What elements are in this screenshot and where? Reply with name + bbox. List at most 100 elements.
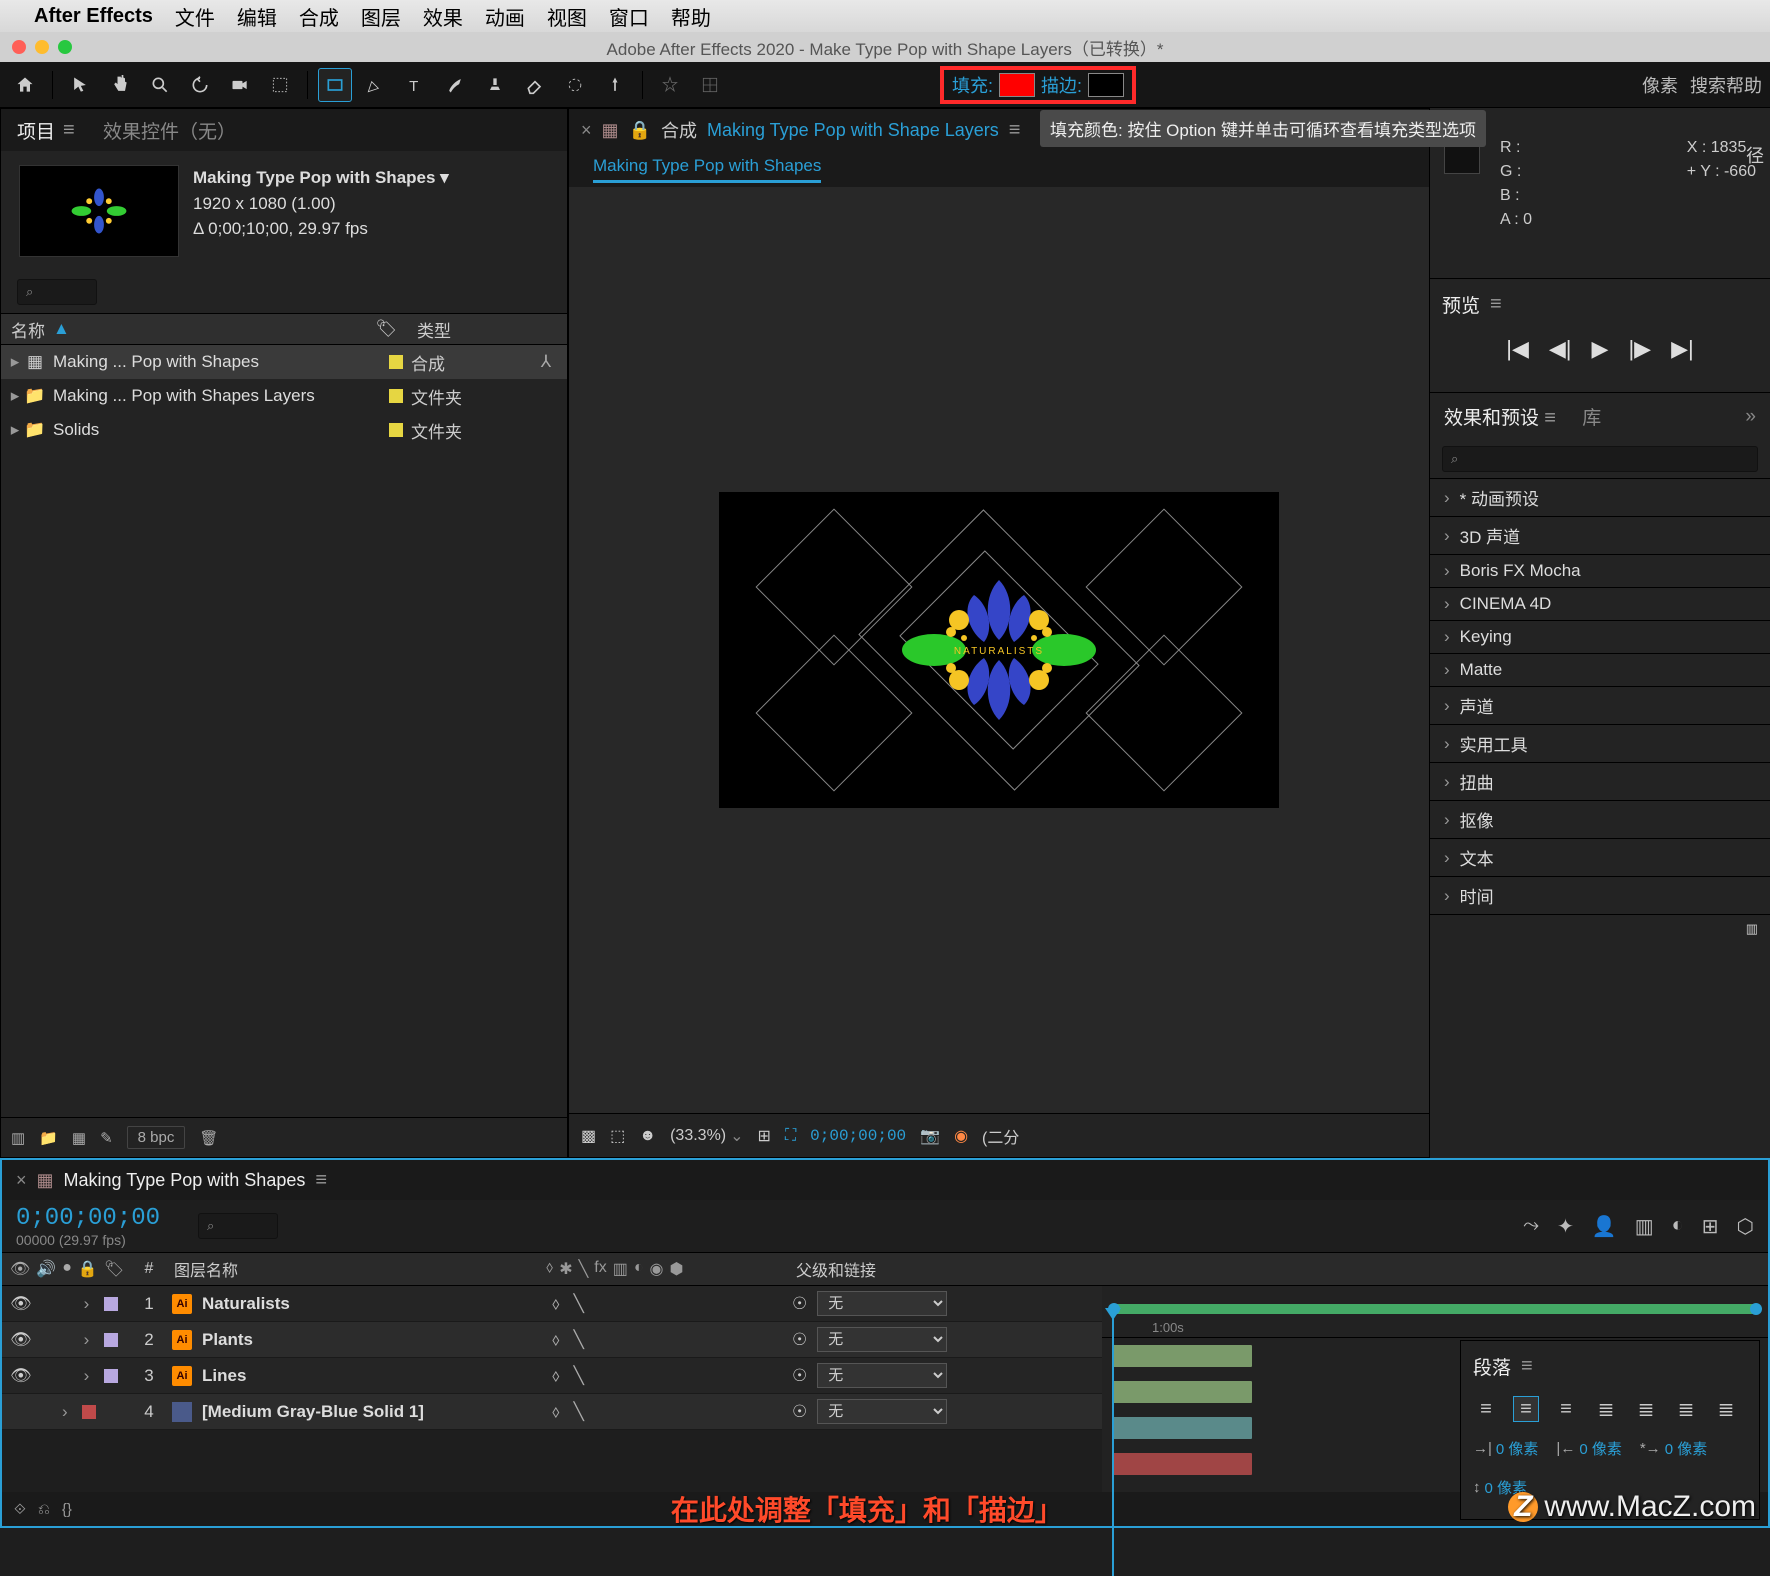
twirl-icon[interactable]: › — [84, 1294, 98, 1314]
audio-column-icon[interactable]: 🔊 — [36, 1259, 56, 1279]
layer-name[interactable]: Naturalists — [198, 1294, 542, 1314]
toggle-switches-icon[interactable]: ⟐ — [14, 1501, 26, 1518]
hand-tool[interactable] — [103, 68, 137, 102]
align-center-button[interactable]: ≡ — [1513, 1396, 1539, 1422]
switch-quality-icon[interactable]: ╲ — [579, 1259, 589, 1279]
tab-libraries[interactable]: 库 — [1582, 403, 1601, 430]
playhead[interactable] — [1112, 1316, 1114, 1576]
comp-tab-name[interactable]: Making Type Pop with Shape Layers — [707, 120, 999, 141]
col-parent-header[interactable]: 父级和链接 — [786, 1257, 1046, 1281]
layer-color-tag[interactable] — [104, 1297, 118, 1311]
draft-3d-icon[interactable]: ✦ — [1557, 1214, 1574, 1239]
lock-column-icon[interactable]: 🔒 — [78, 1259, 98, 1279]
grid-snap-icon[interactable] — [693, 68, 727, 102]
mask-icon[interactable]: ☻ — [639, 1127, 656, 1145]
solo-column-icon[interactable]: ● — [62, 1259, 72, 1279]
timeline-current-time[interactable]: 0;00;00;00 — [16, 1205, 160, 1232]
layer-color-tag[interactable] — [104, 1369, 118, 1383]
camera-tool[interactable] — [223, 68, 257, 102]
parent-dropdown[interactable]: 无 — [817, 1363, 947, 1388]
tab-effect-controls[interactable]: 效果控件（无） — [103, 117, 236, 144]
col-layer-name-header[interactable]: 图层名称 — [166, 1257, 546, 1281]
layer-switch[interactable]: ╲ — [574, 1402, 584, 1422]
effect-category[interactable]: Boris FX Mocha — [1430, 554, 1770, 587]
panel-menu-icon[interactable] — [1009, 119, 1027, 142]
flowchart-icon[interactable]: ⅄ — [531, 352, 561, 372]
prev-frame-button[interactable]: ◀| — [1549, 336, 1572, 362]
menu-effect[interactable]: 效果 — [423, 2, 463, 31]
menu-view[interactable]: 视图 — [547, 2, 587, 31]
twirl-icon[interactable]: ▸ — [7, 352, 23, 372]
fill-color-swatch[interactable] — [999, 73, 1035, 97]
composition-canvas[interactable]: NATURALISTS — [719, 492, 1279, 808]
timeline-layer-row[interactable]: 👁› 3 Ai Lines ⬨╲ ☉无 — [2, 1358, 1102, 1394]
twirl-icon[interactable]: › — [84, 1366, 98, 1386]
roto-brush-tool[interactable] — [558, 68, 592, 102]
label-column-icon[interactable]: 🏷 — [365, 319, 407, 339]
timeline-comp-name[interactable]: Making Type Pop with Shapes — [64, 1170, 306, 1191]
effect-category[interactable]: 3D 声道 — [1430, 516, 1770, 554]
panel-overflow-icon[interactable]: » — [1745, 406, 1756, 428]
panel-menu-icon[interactable] — [1521, 1355, 1539, 1378]
menu-file[interactable]: 文件 — [175, 2, 215, 31]
effect-category[interactable]: 文本 — [1430, 838, 1770, 876]
next-frame-button[interactable]: |▶ — [1628, 336, 1651, 362]
project-search-input[interactable]: ⌕ — [17, 279, 97, 305]
region-icon[interactable]: ⛶ — [785, 1127, 796, 1145]
app-name[interactable]: After Effects — [34, 5, 153, 28]
project-item-comp[interactable]: ▸ ▦ Making ... Pop with Shapes 合成 ⅄ — [1, 345, 567, 379]
pickwhip-icon[interactable]: ☉ — [792, 1330, 807, 1350]
switch-3d-icon[interactable]: ⬢ — [669, 1259, 683, 1279]
menu-edit[interactable]: 编辑 — [237, 2, 277, 31]
search-help-field[interactable]: 搜索帮助 — [1690, 72, 1762, 98]
menu-help[interactable]: 帮助 — [671, 2, 711, 31]
layer-name[interactable]: Lines — [198, 1366, 542, 1386]
pickwhip-icon[interactable]: ☉ — [792, 1366, 807, 1386]
marker-icon[interactable]: ⬡ — [1737, 1214, 1754, 1239]
tab-project[interactable]: 项目 — [17, 117, 81, 144]
parent-dropdown[interactable]: 无 — [817, 1327, 947, 1352]
effects-search-input[interactable]: ⌕ — [1442, 446, 1758, 472]
twirl-icon[interactable]: ▸ — [7, 420, 23, 440]
effect-category[interactable]: 实用工具 — [1430, 724, 1770, 762]
stroke-color-swatch[interactable] — [1088, 73, 1124, 97]
project-item-folder[interactable]: ▸ 📁 Making ... Pop with Shapes Layers 文件… — [1, 379, 567, 413]
rectangle-tool[interactable] — [318, 68, 352, 102]
comp-title[interactable]: Making Type Pop with Shapes ▾ — [193, 165, 449, 191]
switch-motionblur-icon[interactable]: ◐ — [634, 1259, 644, 1279]
work-area-bar[interactable] — [1112, 1304, 1758, 1314]
layer-name[interactable]: Plants — [198, 1330, 542, 1350]
current-time-display[interactable]: 0;00;00;00 — [810, 1127, 906, 1145]
effect-category[interactable]: 时间 — [1430, 876, 1770, 914]
stroke-label[interactable]: 描边: — [1041, 72, 1082, 98]
layer-switch[interactable]: ⬨ — [552, 1402, 560, 1422]
layer-switch[interactable]: ⬨ — [552, 1330, 560, 1350]
lock-icon[interactable]: 🔒 — [629, 120, 651, 141]
timeline-layer-row[interactable]: 👁› 1 Ai Naturalists ⬨╲ ☉无 — [2, 1286, 1102, 1322]
indent-first-value[interactable]: 0 像素 — [1665, 1438, 1708, 1459]
timeline-search-input[interactable]: ⌕ — [198, 1213, 278, 1239]
label-swatch[interactable] — [389, 355, 403, 369]
indent-left-value[interactable]: 0 像素 — [1496, 1438, 1539, 1459]
parent-dropdown[interactable]: 无 — [817, 1399, 947, 1424]
switch-fx-icon[interactable]: fx — [594, 1259, 606, 1279]
menu-animation[interactable]: 动画 — [485, 2, 525, 31]
resolution-icon[interactable]: ⊞ — [758, 1126, 771, 1146]
layer-name[interactable]: [Medium Gray-Blue Solid 1] — [198, 1402, 542, 1422]
justify-left-button[interactable]: ≣ — [1593, 1396, 1619, 1422]
pickwhip-icon[interactable]: ☉ — [792, 1294, 807, 1314]
visibility-toggle[interactable]: 👁 — [10, 1330, 32, 1350]
close-tab-icon[interactable]: × — [16, 1170, 27, 1191]
frame-blend-icon[interactable]: ▥ — [1635, 1214, 1654, 1239]
layer-duration-bar[interactable] — [1112, 1381, 1252, 1403]
new-bin-icon[interactable]: ▥ — [1746, 921, 1758, 938]
toggle-modes-icon[interactable]: ⎌ — [38, 1501, 50, 1518]
brush-tool[interactable] — [438, 68, 472, 102]
minimize-window-button[interactable] — [35, 40, 49, 54]
comp-flowchart-icon[interactable]: ⤳ — [1523, 1214, 1539, 1239]
timeline-layer-row[interactable]: › 4 [Medium Gray-Blue Solid 1] ⬨╲ ☉无 — [2, 1394, 1102, 1430]
color-channels-icon[interactable]: ◉ — [954, 1126, 968, 1146]
effect-category[interactable]: * 动画预设 — [1430, 478, 1770, 516]
twirl-icon[interactable]: › — [62, 1402, 76, 1422]
switch-adjust-icon[interactable]: ◉ — [650, 1259, 664, 1279]
